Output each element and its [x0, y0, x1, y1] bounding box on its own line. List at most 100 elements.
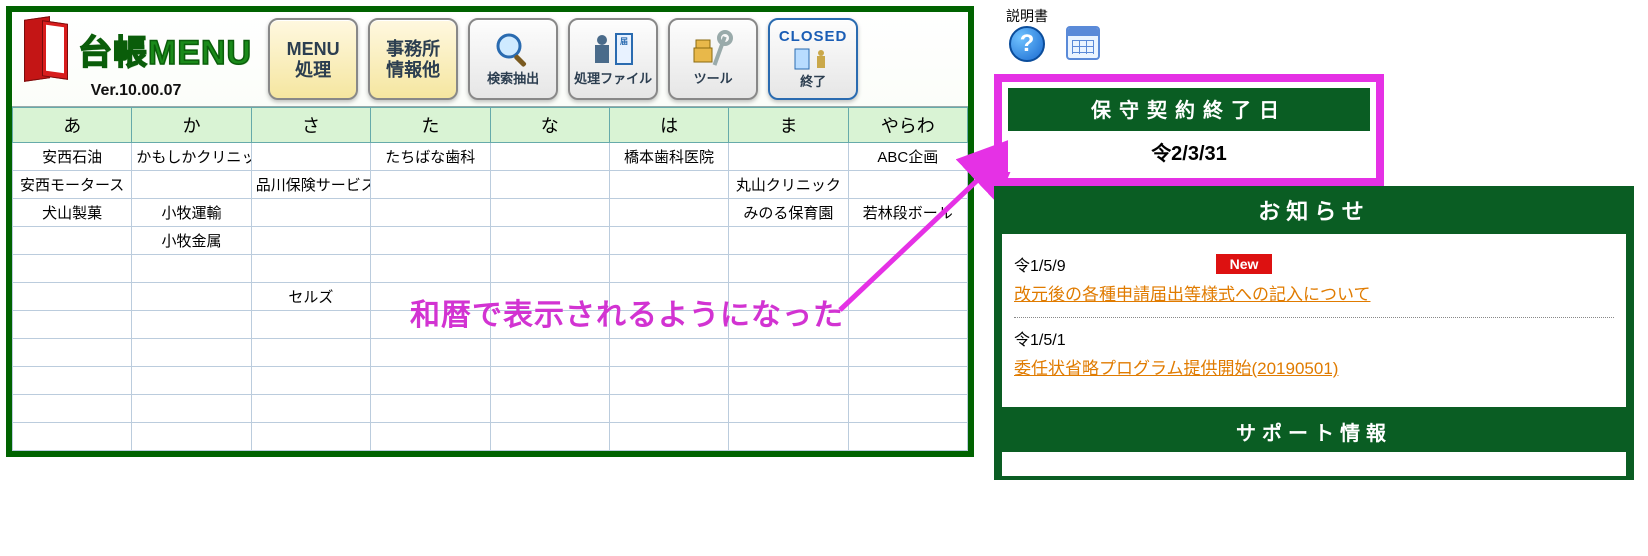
- index-cell: [729, 339, 848, 367]
- index-cell: [251, 255, 370, 283]
- svg-text:届: 届: [620, 37, 628, 46]
- index-cell: [609, 255, 728, 283]
- index-cell: [848, 227, 967, 255]
- contract-highlight-box: 保守契約終了日 令2/3/31: [994, 74, 1384, 186]
- magnifier-icon: [493, 31, 533, 69]
- index-header-cell[interactable]: た: [371, 108, 490, 143]
- index-cell: [848, 395, 967, 423]
- index-cell: [848, 255, 967, 283]
- index-cell: [13, 423, 132, 451]
- index-cell[interactable]: たちばな歯科: [371, 143, 490, 171]
- index-cell: [371, 227, 490, 255]
- support-title: サポート情報: [1002, 411, 1626, 452]
- index-cell: [490, 339, 609, 367]
- index-cell: [848, 171, 967, 199]
- index-cell[interactable]: セルズ: [251, 283, 370, 311]
- index-cell: [132, 423, 251, 451]
- index-cell: [490, 255, 609, 283]
- index-cell: [371, 339, 490, 367]
- news-body: 令1/5/9 New 改元後の各種申請届出等様式への記入について令1/5/1 委任状省…: [1002, 234, 1626, 407]
- index-header-cell[interactable]: な: [490, 108, 609, 143]
- news-link[interactable]: 改元後の各種申請届出等様式への記入について: [1014, 280, 1614, 305]
- index-cell: [490, 423, 609, 451]
- news-panel: お知らせ 令1/5/9New改元後の各種申請届出等様式への記入について令1/5/…: [994, 186, 1634, 480]
- app-window: 台帳MENU Ver.10.00.07 MENU 処理 事務所 情報他 検索抽出: [6, 6, 974, 457]
- index-cell[interactable]: 犬山製菓: [13, 199, 132, 227]
- index-cell: [729, 367, 848, 395]
- manual-link[interactable]: 説明書 ?: [1006, 4, 1048, 62]
- news-date: 令1/5/1: [1014, 326, 1066, 350]
- support-body: [1002, 452, 1626, 476]
- index-cell: [13, 395, 132, 423]
- index-cell: [132, 171, 251, 199]
- calendar-icon: [1066, 26, 1100, 60]
- menu-process-button[interactable]: MENU 処理: [268, 18, 358, 100]
- app-version: Ver.10.00.07: [91, 82, 182, 100]
- help-icon: ?: [1009, 26, 1045, 62]
- news-item: 令1/5/9 New 改元後の各種申請届出等様式への記入について: [1014, 244, 1614, 318]
- index-cell: [13, 283, 132, 311]
- index-cell: [729, 395, 848, 423]
- contract-title: 保守契約終了日: [1008, 88, 1370, 129]
- index-cell: [371, 255, 490, 283]
- kana-index-table: あかさたなはまやらわ 安西石油かもしかクリニック たちばな歯科 橋本歯科医院 ABC企…: [12, 107, 968, 451]
- index-cell: [609, 367, 728, 395]
- index-cell: [609, 227, 728, 255]
- index-cell[interactable]: 小牧運輸: [132, 199, 251, 227]
- tools-button[interactable]: ツール: [668, 18, 758, 100]
- index-header-cell[interactable]: あ: [13, 108, 132, 143]
- close-button[interactable]: CLOSED 終了: [768, 18, 858, 100]
- index-cell: [251, 199, 370, 227]
- index-cell: [13, 311, 132, 339]
- index-cell: [132, 255, 251, 283]
- index-cell: [848, 311, 967, 339]
- index-cell[interactable]: 丸山クリニック: [729, 171, 848, 199]
- index-header-cell[interactable]: か: [132, 108, 251, 143]
- index-cell: [251, 339, 370, 367]
- app-title: 台帳MENU: [78, 25, 252, 74]
- index-cell: [371, 367, 490, 395]
- index-cell[interactable]: 若林段ボール: [848, 199, 967, 227]
- office-info-button[interactable]: 事務所 情報他: [368, 18, 458, 100]
- contract-date: 令2/3/31: [1008, 129, 1370, 172]
- search-button[interactable]: 検索抽出: [468, 18, 558, 100]
- book-icon: [20, 18, 72, 80]
- news-link[interactable]: 委任状省略プログラム提供開始(20190501): [1014, 354, 1614, 379]
- index-cell[interactable]: かもしかクリニック: [132, 143, 251, 171]
- index-cell: [609, 395, 728, 423]
- index-cell[interactable]: 安西モータース: [13, 171, 132, 199]
- index-cell: [371, 395, 490, 423]
- index-cell: [132, 367, 251, 395]
- index-header-cell[interactable]: やらわ: [848, 108, 967, 143]
- index-header-cell[interactable]: さ: [251, 108, 370, 143]
- index-cell: [490, 171, 609, 199]
- index-header-cell[interactable]: は: [609, 108, 728, 143]
- index-cell: [251, 367, 370, 395]
- person-file-icon: 届: [590, 31, 636, 69]
- index-cell: [132, 283, 251, 311]
- new-badge: New: [1216, 254, 1273, 274]
- index-cell: [609, 199, 728, 227]
- index-cell[interactable]: 品川保険サービス: [251, 171, 370, 199]
- process-file-button[interactable]: 届 処理ファイル: [568, 18, 658, 100]
- index-cell: [251, 227, 370, 255]
- news-title: お知らせ: [994, 186, 1634, 234]
- index-cell: [729, 227, 848, 255]
- index-cell[interactable]: みのる保育園: [729, 199, 848, 227]
- index-cell[interactable]: 橋本歯科医院: [609, 143, 728, 171]
- index-header-cell[interactable]: ま: [729, 108, 848, 143]
- index-cell: [371, 423, 490, 451]
- news-date: 令1/5/9: [1014, 252, 1066, 276]
- index-cell[interactable]: 小牧金属: [132, 227, 251, 255]
- calendar-link[interactable]: [1066, 26, 1100, 60]
- tools-icon: [690, 31, 736, 69]
- news-item: 令1/5/1 委任状省略プログラム提供開始(20190501): [1014, 318, 1614, 391]
- closed-text: CLOSED: [779, 28, 848, 46]
- index-cell: [729, 255, 848, 283]
- index-cell: [729, 423, 848, 451]
- annotation-text: 和暦で表示されるようになった: [410, 290, 844, 334]
- toolbar: 台帳MENU Ver.10.00.07 MENU 処理 事務所 情報他 検索抽出: [12, 12, 968, 107]
- app-title-block: 台帳MENU Ver.10.00.07: [18, 18, 258, 100]
- index-cell[interactable]: 安西石油: [13, 143, 132, 171]
- index-cell[interactable]: ABC企画: [848, 143, 967, 171]
